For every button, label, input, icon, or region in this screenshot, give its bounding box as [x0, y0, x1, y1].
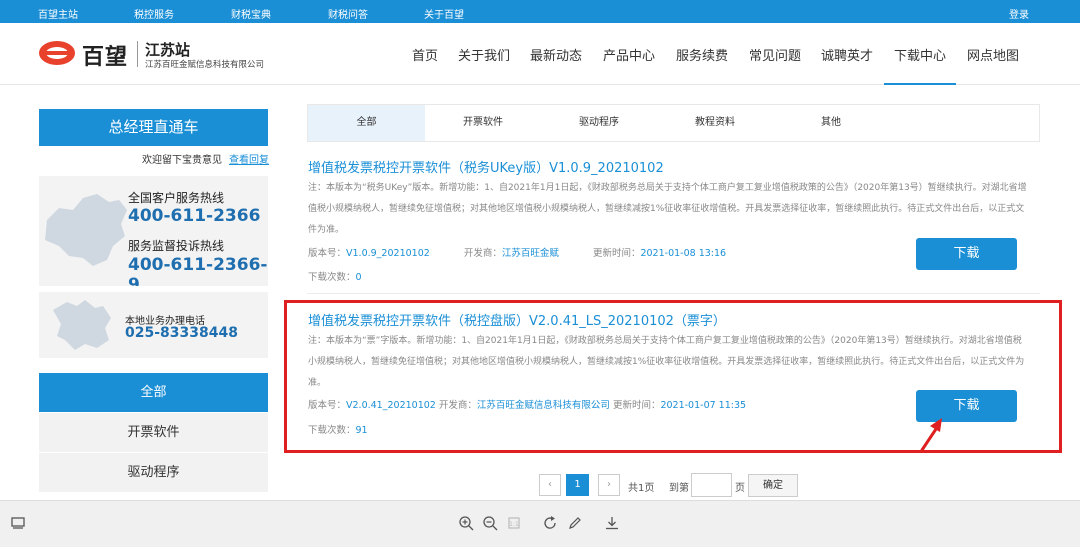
nav-map[interactable]: 网点地图	[967, 45, 1019, 64]
topbar-link-tax-qa[interactable]: 财税问答	[328, 6, 368, 21]
nav-renewal[interactable]: 服务续费	[676, 45, 728, 64]
complaint-number: 400-611-2366-9	[128, 255, 268, 286]
zoom-in-icon[interactable]	[458, 515, 474, 531]
download-item-description: 注：本版本为“税务UKey”版本。新增功能：1、自2021年1月1日起，《财政部…	[308, 183, 1027, 235]
download-icon[interactable]	[604, 515, 620, 531]
hotline-number: 400-611-2366	[128, 206, 261, 226]
page-1-button[interactable]: 1	[566, 474, 589, 496]
logo-icon[interactable]	[38, 40, 76, 66]
total-pages: 共1页	[628, 483, 655, 494]
item-divider	[307, 293, 1040, 294]
rotate-icon[interactable]	[542, 515, 558, 531]
update-time-value: 2021-01-08 13:16	[640, 248, 727, 259]
tab-invoice-software[interactable]: 开票软件	[425, 105, 541, 141]
nav-faq[interactable]: 常见问题	[749, 45, 801, 64]
logo-text: 百望	[82, 45, 129, 70]
download-count: 下载次数：0	[308, 269, 362, 283]
category-all[interactable]: 全部	[39, 373, 268, 412]
china-map-icon	[45, 194, 127, 266]
prev-page-button[interactable]: ‹	[539, 474, 561, 496]
sidebar-title-button[interactable]: 总经理直通车	[39, 109, 268, 146]
category-drivers[interactable]: 驱动程序	[39, 453, 268, 492]
feedback-text: 欢迎留下宝贵意见	[142, 155, 222, 166]
local-phone-panel: 本地业务办理电话 025-83338448	[39, 292, 268, 358]
tab-drivers[interactable]: 驱动程序	[541, 105, 657, 141]
topbar-link-tax-guide[interactable]: 财税宝典	[231, 6, 271, 21]
download-button[interactable]: 下载	[916, 238, 1017, 270]
tab-other[interactable]: 其他	[773, 105, 889, 141]
download-tabs: 全部 开票软件 驱动程序 教程资料 其他	[307, 104, 1040, 142]
jiangsu-map-icon	[53, 300, 111, 350]
viewer-toolbar: 1:1	[0, 500, 1080, 547]
download-count-label: 下载次数：	[308, 272, 356, 283]
login-link[interactable]: 登录	[1009, 6, 1029, 21]
topbar-link-about[interactable]: 关于百望	[424, 6, 464, 21]
hotline-panel: 全国客户服务热线 400-611-2366 服务监督投诉热线 400-611-2…	[39, 176, 268, 286]
tab-all[interactable]: 全部	[308, 105, 425, 141]
version-label: 版本号：	[308, 248, 347, 259]
topbar-link-main[interactable]: 百望主站	[38, 6, 78, 21]
download-item-meta: 版本号：V1.0.9_20210102 开发商：江苏百旺金赋 更新时间：2021…	[308, 245, 726, 259]
site-name: 江苏站	[145, 41, 191, 59]
next-page-button[interactable]: ›	[598, 474, 620, 496]
page-number-input[interactable]	[691, 473, 732, 497]
screen-icon[interactable]	[10, 515, 26, 531]
top-bar: 百望主站 税控服务 财税宝典 财税问答 关于百望 登录	[0, 0, 1080, 23]
developer-value: 江苏百旺金赋	[501, 248, 559, 259]
nav-products[interactable]: 产品中心	[603, 45, 655, 64]
category-invoice-software[interactable]: 开票软件	[39, 413, 268, 452]
nav-home[interactable]: 首页	[412, 45, 438, 64]
download-count-value: 0	[355, 272, 362, 283]
confirm-button[interactable]: 确定	[748, 474, 798, 497]
update-time-label: 更新时间：	[592, 248, 641, 259]
nav-active-indicator	[884, 83, 956, 85]
nav-about[interactable]: 关于我们	[458, 45, 510, 64]
pointer-arrow-icon	[920, 418, 942, 452]
tab-tutorials[interactable]: 教程资料	[657, 105, 773, 141]
nav-downloads[interactable]: 下载中心	[894, 45, 946, 64]
feedback-link[interactable]: 查看回复	[229, 151, 269, 166]
topbar-link-tax-service[interactable]: 税控服务	[134, 6, 174, 21]
goto-label: 到第	[669, 483, 689, 494]
site-header: 百望 江苏站 江苏百旺金赋信息科技有限公司 首页 关于我们 最新动态 产品中心 …	[0, 23, 1080, 85]
zoom-out-icon[interactable]	[482, 515, 498, 531]
nav-news[interactable]: 最新动态	[530, 45, 582, 64]
developer-label: 开发商：	[463, 248, 502, 259]
company-name: 江苏百旺金赋信息科技有限公司	[145, 60, 265, 70]
version-value: V1.0.9_20210102	[346, 248, 430, 259]
hotline-label: 全国客户服务热线	[128, 191, 225, 205]
complaint-label: 服务监督投诉热线	[128, 239, 225, 253]
local-number: 025-83338448	[125, 325, 238, 341]
nav-careers[interactable]: 诚聘英才	[821, 45, 873, 64]
edit-pencil-icon[interactable]	[567, 515, 583, 531]
logo-divider	[137, 41, 138, 67]
download-item-title[interactable]: 增值税发票税控开票软件（税务UKey版）V1.0.9_20210102	[308, 157, 664, 176]
page-unit-label: 页	[735, 483, 745, 494]
svg-text:1:1: 1:1	[509, 521, 519, 528]
fit-page-icon[interactable]: 1:1	[506, 515, 522, 531]
